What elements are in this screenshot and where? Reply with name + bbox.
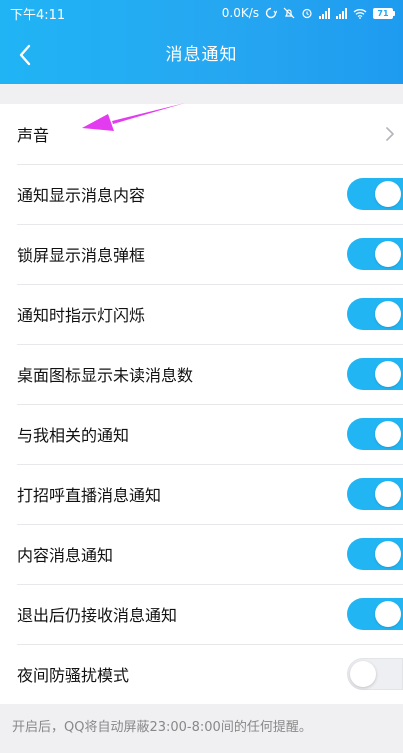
setting-show-message-content: 通知显示消息内容 [0, 164, 403, 224]
page-title: 消息通知 [165, 45, 238, 65]
setting-label: 打招呼直播消息通知 [17, 486, 162, 505]
setting-sound[interactable]: 声音 [0, 104, 403, 164]
setting-related-notifications: 与我相关的通知 [0, 404, 403, 464]
app-header: 下午4:11 0.0K/s 71 消息通知 [0, 0, 403, 84]
signal-icon-2 [336, 7, 347, 19]
setting-greeting-live: 打招呼直播消息通知 [0, 464, 403, 524]
nav-bar: 消息通知 [0, 26, 403, 84]
setting-label: 通知显示消息内容 [17, 186, 146, 205]
setting-label: 与我相关的通知 [17, 426, 130, 445]
toggle-switch[interactable] [347, 598, 403, 630]
status-icons: 0.0K/s 71 [221, 6, 395, 20]
toggle-knob [375, 601, 401, 627]
footer-hint: 开启后，QQ将自动屏蔽23:00-8:00间的任何提醒。 [12, 720, 312, 735]
toggle-knob [375, 541, 401, 567]
net-speed: 0.0K/s [221, 6, 259, 20]
setting-indicator-light: 通知时指示灯闪烁 [0, 284, 403, 344]
setting-lockscreen-popup: 锁屏显示消息弹框 [0, 224, 403, 284]
toggle-knob [375, 421, 401, 447]
toggle-switch[interactable] [347, 658, 403, 690]
wifi-icon [353, 8, 367, 19]
toggle-switch[interactable] [347, 478, 403, 510]
setting-label: 通知时指示灯闪烁 [17, 306, 146, 325]
toggle-knob [350, 661, 376, 687]
toggle-switch[interactable] [347, 298, 403, 330]
setting-content-notifications: 内容消息通知 [0, 524, 403, 584]
chevron-right-icon [386, 127, 394, 141]
setting-label: 锁屏显示消息弹框 [17, 246, 146, 265]
setting-receive-after-exit: 退出后仍接收消息通知 [0, 584, 403, 644]
status-bar: 下午4:11 0.0K/s 71 [0, 0, 403, 26]
setting-label: 夜间防骚扰模式 [17, 666, 130, 685]
toggle-knob [375, 361, 401, 387]
toggle-knob [375, 181, 401, 207]
battery-icon: 71 [373, 7, 395, 19]
mute-icon [283, 7, 295, 19]
setting-label: 声音 [17, 126, 50, 145]
setting-label: 桌面图标显示未读消息数 [17, 366, 194, 385]
alarm-icon [302, 8, 312, 19]
setting-label: 内容消息通知 [17, 546, 114, 565]
toggle-switch[interactable] [347, 238, 403, 270]
setting-unread-badge: 桌面图标显示未读消息数 [0, 344, 403, 404]
sync-icon [265, 7, 277, 19]
toggle-switch[interactable] [347, 178, 403, 210]
setting-label: 退出后仍接收消息通知 [17, 606, 178, 625]
toggle-switch[interactable] [347, 418, 403, 450]
toggle-knob [375, 481, 401, 507]
setting-night-dnd: 夜间防骚扰模式 [0, 644, 403, 704]
toggle-switch[interactable] [347, 358, 403, 390]
status-time: 下午4:11 [10, 7, 66, 23]
signal-icon-1 [319, 7, 330, 19]
toggle-knob [375, 241, 401, 267]
settings-list: 声音 通知显示消息内容 锁屏显示消息弹框 通知时指示灯闪烁 桌面图标显示未读消息… [0, 104, 403, 704]
toggle-knob [375, 301, 401, 327]
toggle-switch[interactable] [347, 538, 403, 570]
